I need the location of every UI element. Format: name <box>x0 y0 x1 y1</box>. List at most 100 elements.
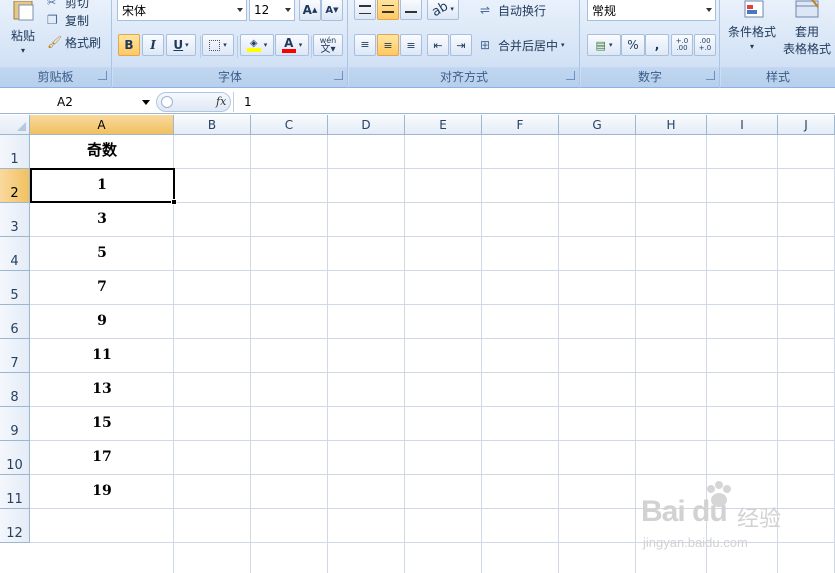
format-as-table-button[interactable]: 套用 表格格式 <box>779 0 835 62</box>
select-all-button[interactable] <box>0 115 30 135</box>
number-format-value: 常规 <box>592 3 617 18</box>
alignment-launcher-icon[interactable] <box>566 71 575 80</box>
phonetic-guide-button[interactable]: wén 文▾ <box>313 34 343 56</box>
comma-icon: , <box>654 38 660 52</box>
row-header-9[interactable]: 9 <box>0 407 30 441</box>
underline-button[interactable]: U ▾ <box>166 34 196 56</box>
align-bottom-button[interactable] <box>400 0 422 20</box>
row-header-8[interactable]: 8 <box>0 373 30 407</box>
row-header-10[interactable]: 10 <box>0 441 30 475</box>
align-right-button[interactable]: ≡ <box>400 34 422 56</box>
cell-a11[interactable]: 19 <box>30 475 174 509</box>
column-header-d[interactable]: D <box>328 115 405 135</box>
number-launcher-icon[interactable] <box>706 71 715 80</box>
row-header-5[interactable]: 5 <box>0 271 30 305</box>
underline-icon: U <box>173 38 184 52</box>
cell-a3[interactable]: 3 <box>30 203 174 237</box>
insert-function-button[interactable]: fx <box>216 95 226 108</box>
copy-button[interactable]: ❐ 复制 <box>46 11 106 29</box>
row-number: 6 <box>10 322 19 337</box>
select-all-icon <box>17 122 26 131</box>
font-name-select[interactable]: 宋体 <box>117 0 247 21</box>
cell-a4[interactable]: 5 <box>30 237 174 271</box>
wrap-text-button[interactable]: ⇌ 自动换行 <box>479 0 555 21</box>
fill-color-button[interactable]: ◈ ▾ <box>240 34 274 56</box>
align-top-icon <box>359 4 371 14</box>
decrease-indent-button[interactable]: ⇤ <box>427 34 449 56</box>
formula-input[interactable]: 1 <box>233 92 835 112</box>
bold-button[interactable]: B <box>118 34 140 56</box>
align-center-button[interactable]: ≡ <box>377 34 399 56</box>
cell-a9[interactable]: 15 <box>30 407 174 441</box>
borders-button[interactable]: ▾ <box>202 34 234 56</box>
chevron-down-icon: ▾ <box>749 42 754 51</box>
shrink-font-button[interactable]: A ▼ <box>321 0 343 21</box>
row-number: 9 <box>10 424 19 439</box>
shrink-font-icon: A <box>325 4 334 16</box>
number-format-select[interactable]: 常规 <box>587 0 716 21</box>
cell-a8[interactable]: 13 <box>30 373 174 407</box>
increase-decimal-button[interactable]: +.0 .00 <box>671 34 693 56</box>
format-as-table-label: 套用 <box>794 25 819 39</box>
grow-font-button[interactable]: A ▲ <box>299 0 321 21</box>
decrease-decimal-button[interactable]: .00 +.0 <box>694 34 716 56</box>
format-painter-label: 格式刷 <box>65 35 102 50</box>
cell-a6[interactable]: 9 <box>30 305 174 339</box>
percent-button[interactable]: % <box>621 34 645 56</box>
italic-button[interactable]: I <box>142 34 164 56</box>
column-header-e[interactable]: E <box>405 115 482 135</box>
row-number: 12 <box>6 526 23 541</box>
cell-a10[interactable]: 17 <box>30 441 174 475</box>
column-header-c[interactable]: C <box>251 115 328 135</box>
cell-a7[interactable]: 11 <box>30 339 174 373</box>
column-header-i[interactable]: I <box>707 115 778 135</box>
merge-cells-icon: ⊞ <box>480 38 491 52</box>
paste-button[interactable]: 粘贴 ▾ <box>4 0 42 64</box>
column-header-j[interactable]: J <box>778 115 835 135</box>
align-middle-button[interactable] <box>377 0 399 20</box>
column-header-a[interactable]: A <box>30 115 174 135</box>
align-top-button[interactable] <box>354 0 376 20</box>
column-header-f[interactable]: F <box>482 115 559 135</box>
row-header-12[interactable]: 12 <box>0 509 30 543</box>
column-header-g[interactable]: G <box>559 115 636 135</box>
name-box[interactable]: A2 <box>0 93 153 111</box>
merge-center-button[interactable]: ⊞ 合并后居中 ▾ <box>479 34 577 56</box>
clipboard-launcher-icon[interactable] <box>98 71 107 80</box>
comma-button[interactable]: , <box>645 34 669 56</box>
font-name-value: 宋体 <box>122 3 147 18</box>
watermark: Bai du 经验 jingyan.baidu.com <box>641 481 791 561</box>
row-number: 4 <box>10 254 19 269</box>
cell-a1[interactable]: 奇数 <box>30 135 174 169</box>
row-header-7[interactable]: 7 <box>0 339 30 373</box>
row-header-2[interactable]: 2 <box>0 169 30 203</box>
copy-icon: ❐ <box>47 13 58 27</box>
row-number: 2 <box>10 186 19 201</box>
expand-handle-icon[interactable] <box>161 96 173 108</box>
font-launcher-icon[interactable] <box>334 71 343 80</box>
row-header-6[interactable]: 6 <box>0 305 30 339</box>
font-size-select[interactable]: 12 <box>249 0 295 21</box>
row-header-11[interactable]: 11 <box>0 475 30 509</box>
clipboard-group-label: 剪贴板 <box>0 67 111 87</box>
cut-button[interactable]: ✂ 剪切 <box>46 0 106 10</box>
name-box-dropdown-icon[interactable] <box>142 100 150 105</box>
cell-a5[interactable]: 7 <box>30 271 174 305</box>
font-color-button[interactable]: A ▾ <box>275 34 309 56</box>
row-header-3[interactable]: 3 <box>0 203 30 237</box>
format-as-table-icon <box>795 0 819 18</box>
paste-label: 粘贴 <box>10 29 35 43</box>
conditional-formatting-button[interactable]: 条件格式 ▾ <box>725 0 779 62</box>
format-painter-button[interactable]: 🖌 格式刷 <box>46 33 108 51</box>
row-header-4[interactable]: 4 <box>0 237 30 271</box>
align-left-button[interactable]: ≡ <box>354 34 376 56</box>
currency-button[interactable]: ▤ ▾ <box>587 34 621 56</box>
font-size-value: 12 <box>254 3 270 17</box>
column-header-h[interactable]: H <box>636 115 707 135</box>
column-header-b[interactable]: B <box>174 115 251 135</box>
fill-handle[interactable] <box>171 199 177 205</box>
row-header-1[interactable]: 1 <box>0 135 30 169</box>
increase-indent-button[interactable]: ⇥ <box>450 34 472 56</box>
text-orientation-icon: ab <box>429 0 452 20</box>
orientation-button[interactable]: ab ▾ <box>427 0 459 20</box>
